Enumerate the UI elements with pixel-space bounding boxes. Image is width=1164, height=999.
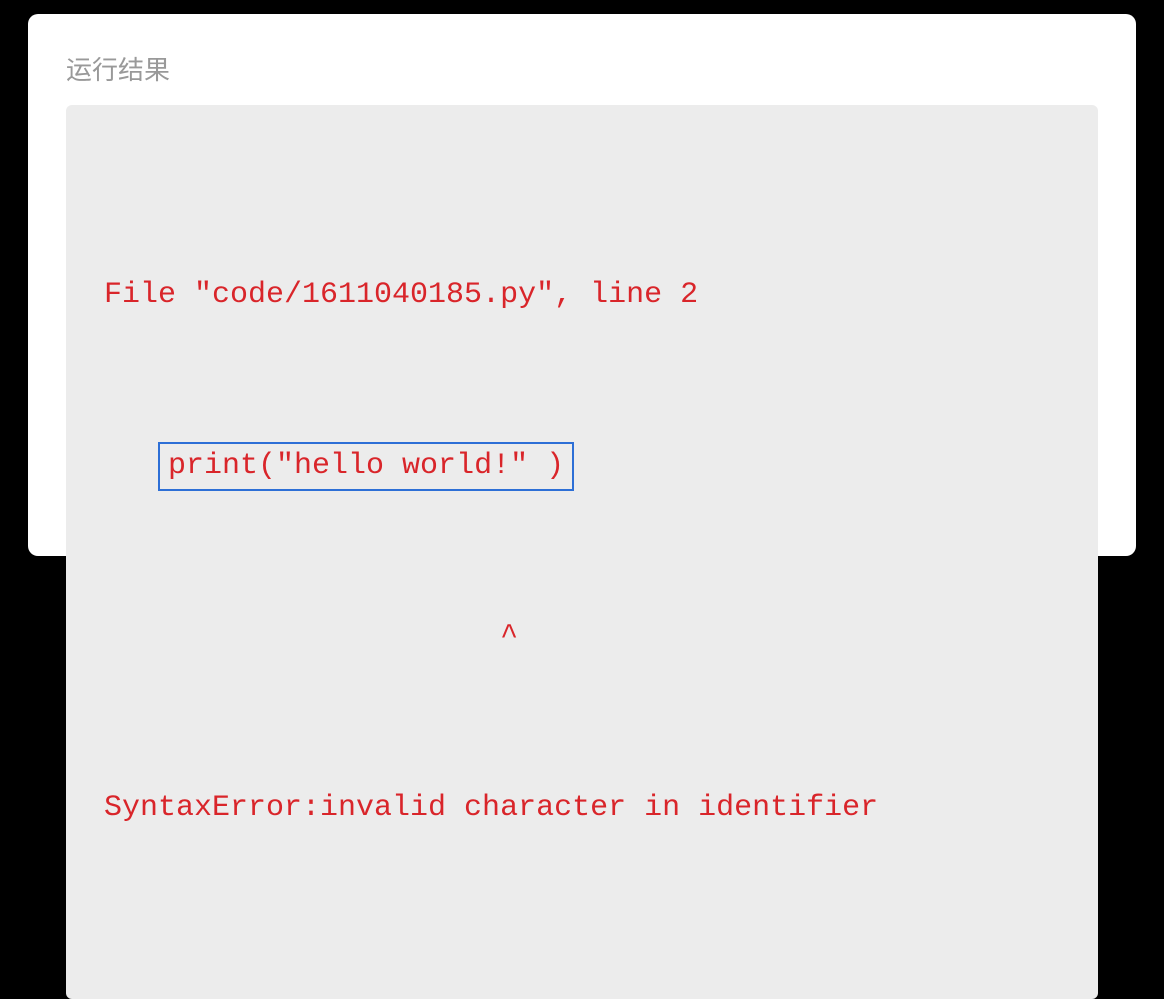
traceback-file-line: File "code/1611040185.py", line 2 [104, 267, 1060, 324]
section-title: 运行结果 [66, 50, 1098, 87]
result-card: 运行结果 File "code/1611040185.py", line 2 p… [28, 14, 1136, 556]
traceback-code-line: print("hello world!" ) [104, 438, 1060, 495]
indent-space [104, 438, 158, 495]
output-panel: File "code/1611040185.py", line 2 print(… [66, 105, 1098, 999]
caret-indicator: ^ [104, 609, 1060, 666]
error-message: SyntaxError:invalid character in identif… [104, 780, 1060, 837]
highlighted-code-box: print("hello world!" ) [158, 442, 574, 491]
